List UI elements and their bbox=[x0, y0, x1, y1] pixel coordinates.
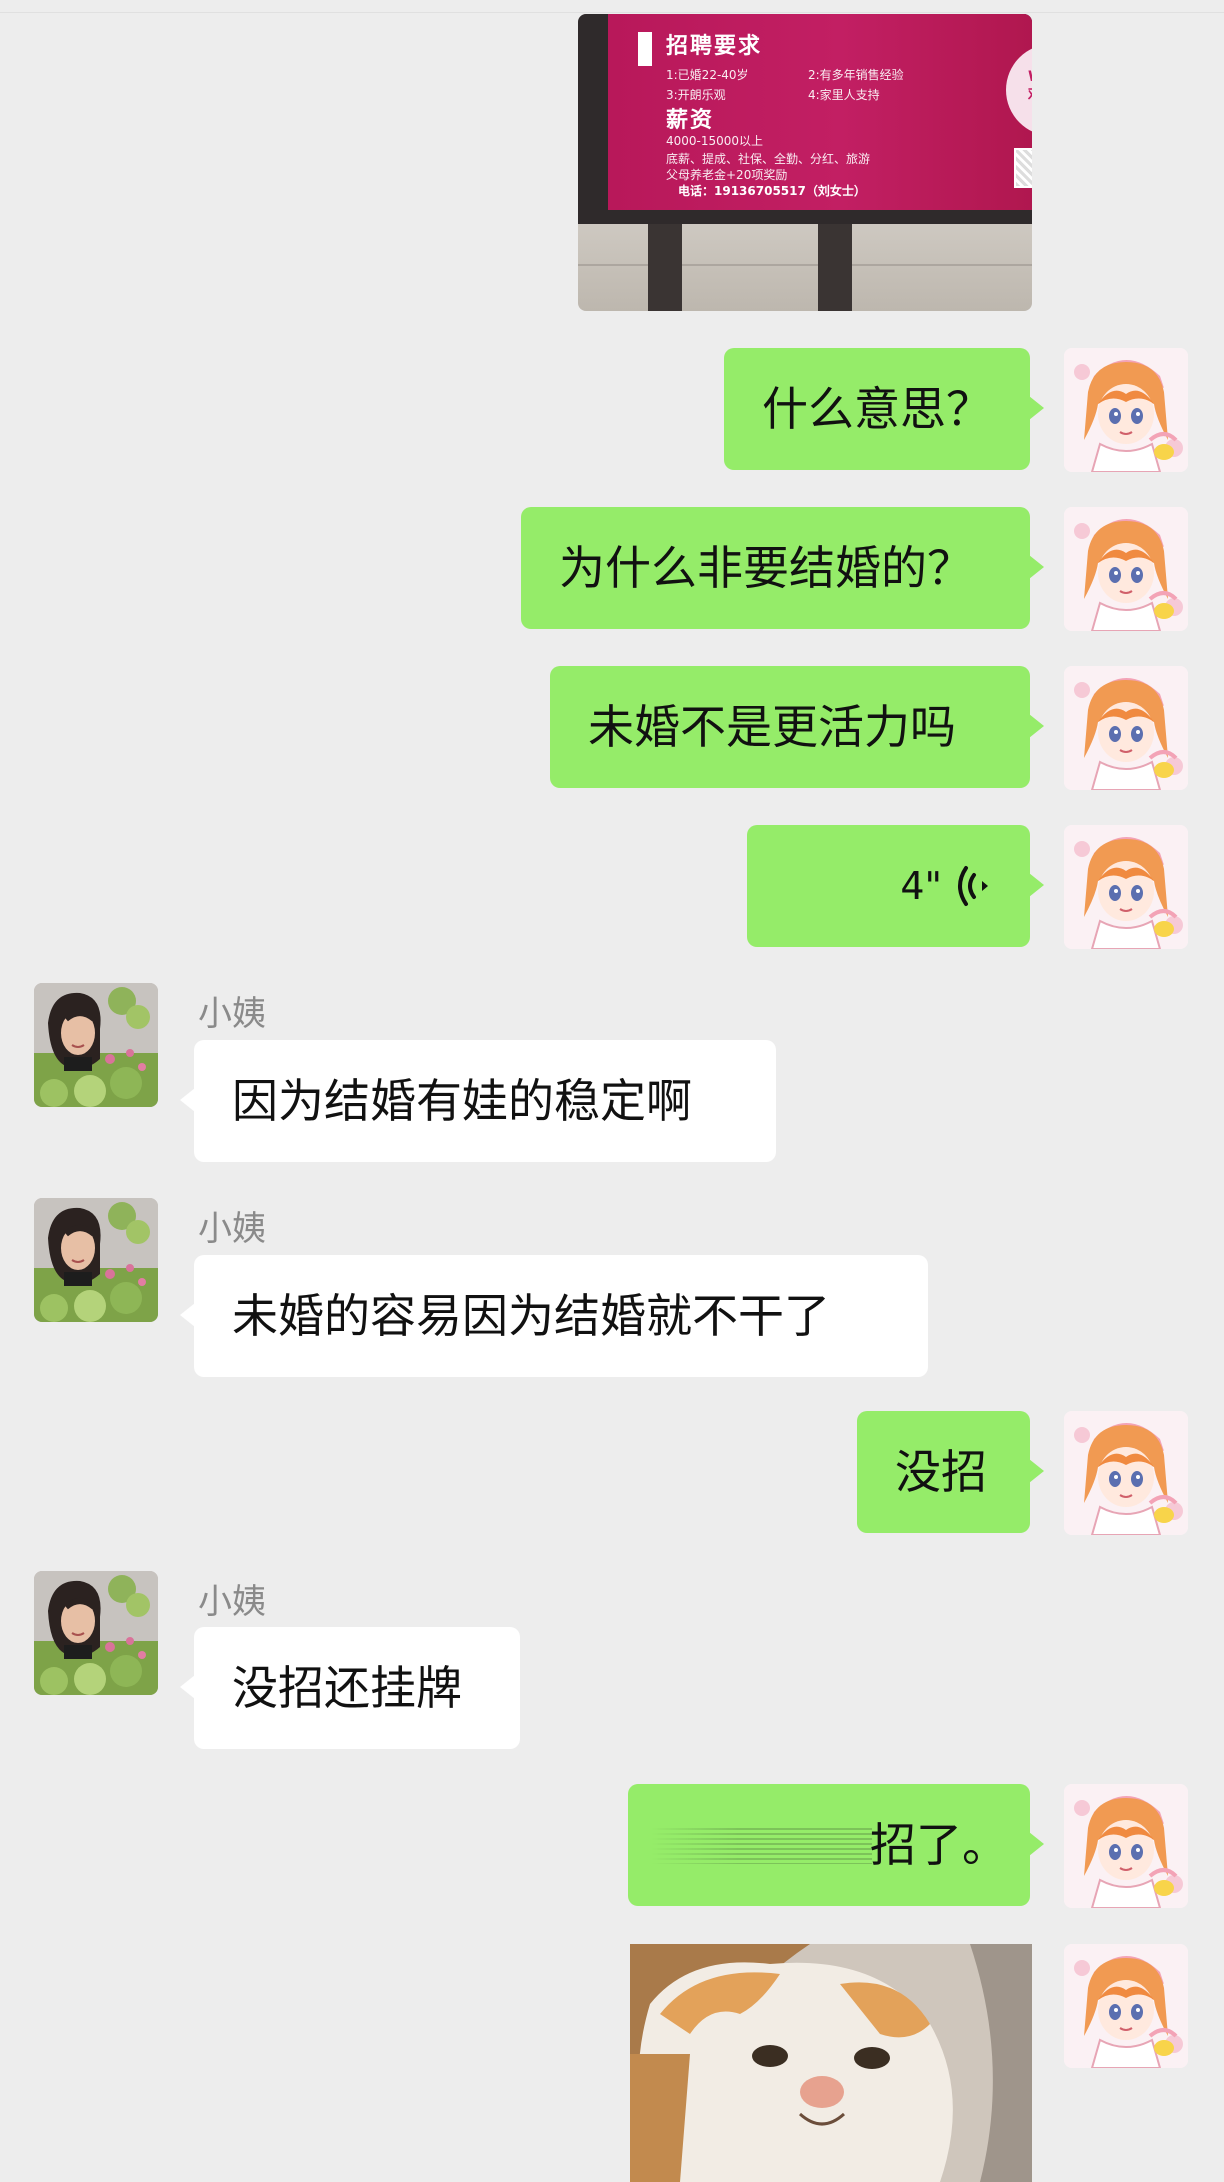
message-bubble-outgoing[interactable]: 什么意思？ bbox=[724, 348, 1044, 470]
stand-leg-left bbox=[648, 224, 682, 311]
message-bubble-outgoing[interactable]: 没招 bbox=[857, 1411, 1044, 1533]
my-avatar[interactable] bbox=[1064, 825, 1188, 949]
my-avatar[interactable] bbox=[1064, 507, 1188, 631]
poster-benefits-2: 父母养老金+20项奖励 bbox=[666, 168, 788, 182]
poster-title-bar bbox=[638, 32, 652, 66]
message-text: 招了。 bbox=[870, 1818, 1008, 1872]
contact-avatar[interactable] bbox=[34, 1571, 158, 1695]
poster-salary-range: 4000-15000以上 bbox=[666, 134, 764, 148]
voice-message-bubble[interactable]: 4" bbox=[747, 825, 1044, 947]
poster-board: 招聘要求 1:已婚22-40岁 2:有多年销售经验 3:开朗乐观 4:家里人支持… bbox=[608, 14, 1032, 210]
floor-line bbox=[578, 264, 1032, 266]
recruitment-poster-image[interactable]: 招聘要求 1:已婚22-40岁 2:有多年销售经验 3:开朗乐观 4:家里人支持… bbox=[578, 14, 1032, 311]
message-bubble-incoming[interactable]: 未婚的容易因为结婚就不干了 bbox=[180, 1255, 928, 1377]
contact-avatar[interactable] bbox=[34, 983, 158, 1107]
message-text: 为什么非要结婚的？ bbox=[559, 541, 973, 595]
cat-photo bbox=[630, 1944, 1032, 2182]
message-text: 没招 bbox=[895, 1445, 987, 1499]
redacted-smudge bbox=[652, 1828, 872, 1864]
message-text: 未婚不是更活力吗 bbox=[588, 700, 956, 754]
message-bubble-outgoing[interactable]: 为什么非要结婚的？ bbox=[521, 507, 1044, 629]
poster-requirement-4: 4:家里人支持 bbox=[808, 88, 880, 102]
my-avatar[interactable] bbox=[1064, 348, 1188, 472]
stand-leg-right bbox=[818, 224, 852, 311]
my-avatar[interactable] bbox=[1064, 1944, 1188, 2068]
message-text: 未婚的容易因为结婚就不干了 bbox=[232, 1289, 830, 1343]
poster-logo: WI 欢 bbox=[1006, 44, 1032, 136]
sender-name: 小姨 bbox=[198, 1582, 266, 1622]
my-avatar[interactable] bbox=[1064, 666, 1188, 790]
top-divider bbox=[0, 12, 1224, 13]
poster-benefits-1: 底薪、提成、社保、全勤、分红、旅游 bbox=[666, 152, 871, 166]
poster-phone: 电话：19136705517（刘女士） bbox=[678, 184, 866, 198]
message-text: 什么意思？ bbox=[762, 382, 992, 436]
my-avatar[interactable] bbox=[1064, 1784, 1188, 1908]
voice-wave-icon bbox=[958, 866, 988, 906]
poster-salary-title: 薪资 bbox=[666, 108, 715, 133]
poster-qr-code bbox=[1014, 148, 1032, 188]
poster-requirement-2: 2:有多年销售经验 bbox=[808, 68, 904, 82]
message-text: 没招还挂牌 bbox=[232, 1661, 462, 1715]
sender-name: 小姨 bbox=[198, 1209, 266, 1249]
message-bubble-incoming[interactable]: 因为结婚有娃的稳定啊 bbox=[180, 1040, 776, 1162]
poster-requirement-3: 3:开朗乐观 bbox=[666, 88, 726, 102]
message-text: 因为结婚有娃的稳定啊 bbox=[232, 1074, 692, 1128]
poster-title: 招聘要求 bbox=[666, 34, 763, 59]
message-bubble-incoming[interactable]: 没招还挂牌 bbox=[180, 1627, 520, 1749]
poster-requirement-1: 1:已婚22-40岁 bbox=[666, 68, 749, 82]
contact-avatar[interactable] bbox=[34, 1198, 158, 1322]
cat-photo-message[interactable] bbox=[630, 1944, 1032, 2182]
my-avatar[interactable] bbox=[1064, 1411, 1188, 1535]
message-bubble-outgoing[interactable]: 未婚不是更活力吗 bbox=[550, 666, 1044, 788]
message-bubble-outgoing[interactable]: 招了。 bbox=[628, 1784, 1044, 1906]
sender-name: 小姨 bbox=[198, 994, 266, 1034]
